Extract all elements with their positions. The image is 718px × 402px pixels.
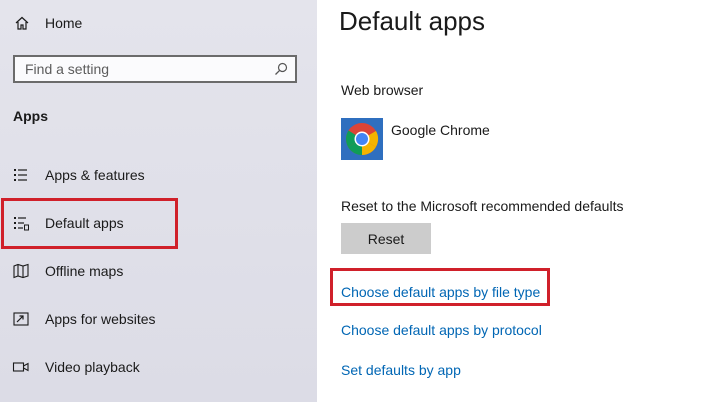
open-in-window-icon (12, 310, 30, 328)
page-title: Default apps (339, 6, 485, 36)
chrome-icon (341, 118, 383, 160)
search-box[interactable] (13, 55, 297, 83)
sidebar-item-label: Apps for websites (45, 311, 156, 327)
search-input[interactable] (15, 56, 274, 82)
browser-name: Google Chrome (391, 122, 490, 138)
sidebar-item-apps-for-websites[interactable]: Apps for websites (0, 299, 317, 339)
sidebar-item-label: Default apps (45, 215, 124, 231)
video-icon (12, 358, 30, 376)
set-defaults-by-app-link[interactable]: Set defaults by app (341, 362, 461, 378)
sidebar-item-video-playback[interactable]: Video playback (0, 347, 317, 387)
sidebar-item-label: Apps & features (45, 167, 145, 183)
sidebar-item-label: Offline maps (45, 263, 124, 279)
sidebar-item-default-apps[interactable]: Default apps (0, 203, 317, 243)
choose-by-file-type-link[interactable]: Choose default apps by file type (341, 284, 540, 300)
web-browser-heading: Web browser (341, 82, 424, 98)
home-label: Home (45, 15, 83, 31)
home-icon (15, 16, 29, 30)
default-browser-button[interactable]: Google Chrome (341, 118, 490, 160)
default-apps-icon (12, 214, 30, 232)
reset-button[interactable]: Reset (341, 223, 431, 254)
search-icon[interactable] (274, 62, 288, 76)
sidebar-item-apps-features[interactable]: Apps & features (0, 155, 317, 195)
map-icon (12, 262, 30, 280)
reset-description: Reset to the Microsoft recommended defau… (341, 198, 624, 214)
sidebar-item-offline-maps[interactable]: Offline maps (0, 251, 317, 291)
list-icon (12, 166, 30, 184)
sidebar-item-label: Video playback (45, 359, 140, 375)
section-title: Apps (13, 108, 48, 124)
choose-by-protocol-link[interactable]: Choose default apps by protocol (341, 322, 542, 338)
settings-sidebar: Home Apps Apps & features (0, 0, 317, 402)
main-content: Default apps Web browser Google Chrome R… (317, 0, 718, 402)
home-nav-item[interactable]: Home (14, 12, 82, 34)
